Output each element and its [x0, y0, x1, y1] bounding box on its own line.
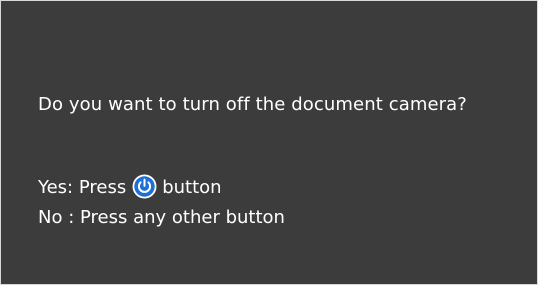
yes-instruction: Yes: Press button — [38, 174, 222, 200]
yes-suffix-label: button — [162, 176, 222, 198]
no-instruction: No : Press any other button — [38, 207, 285, 228]
confirmation-question: Do you want to turn off the document cam… — [38, 94, 467, 115]
power-icon — [132, 174, 157, 199]
power-off-dialog: Do you want to turn off the document cam… — [0, 0, 538, 285]
yes-prefix-label: Yes: Press — [38, 176, 127, 198]
